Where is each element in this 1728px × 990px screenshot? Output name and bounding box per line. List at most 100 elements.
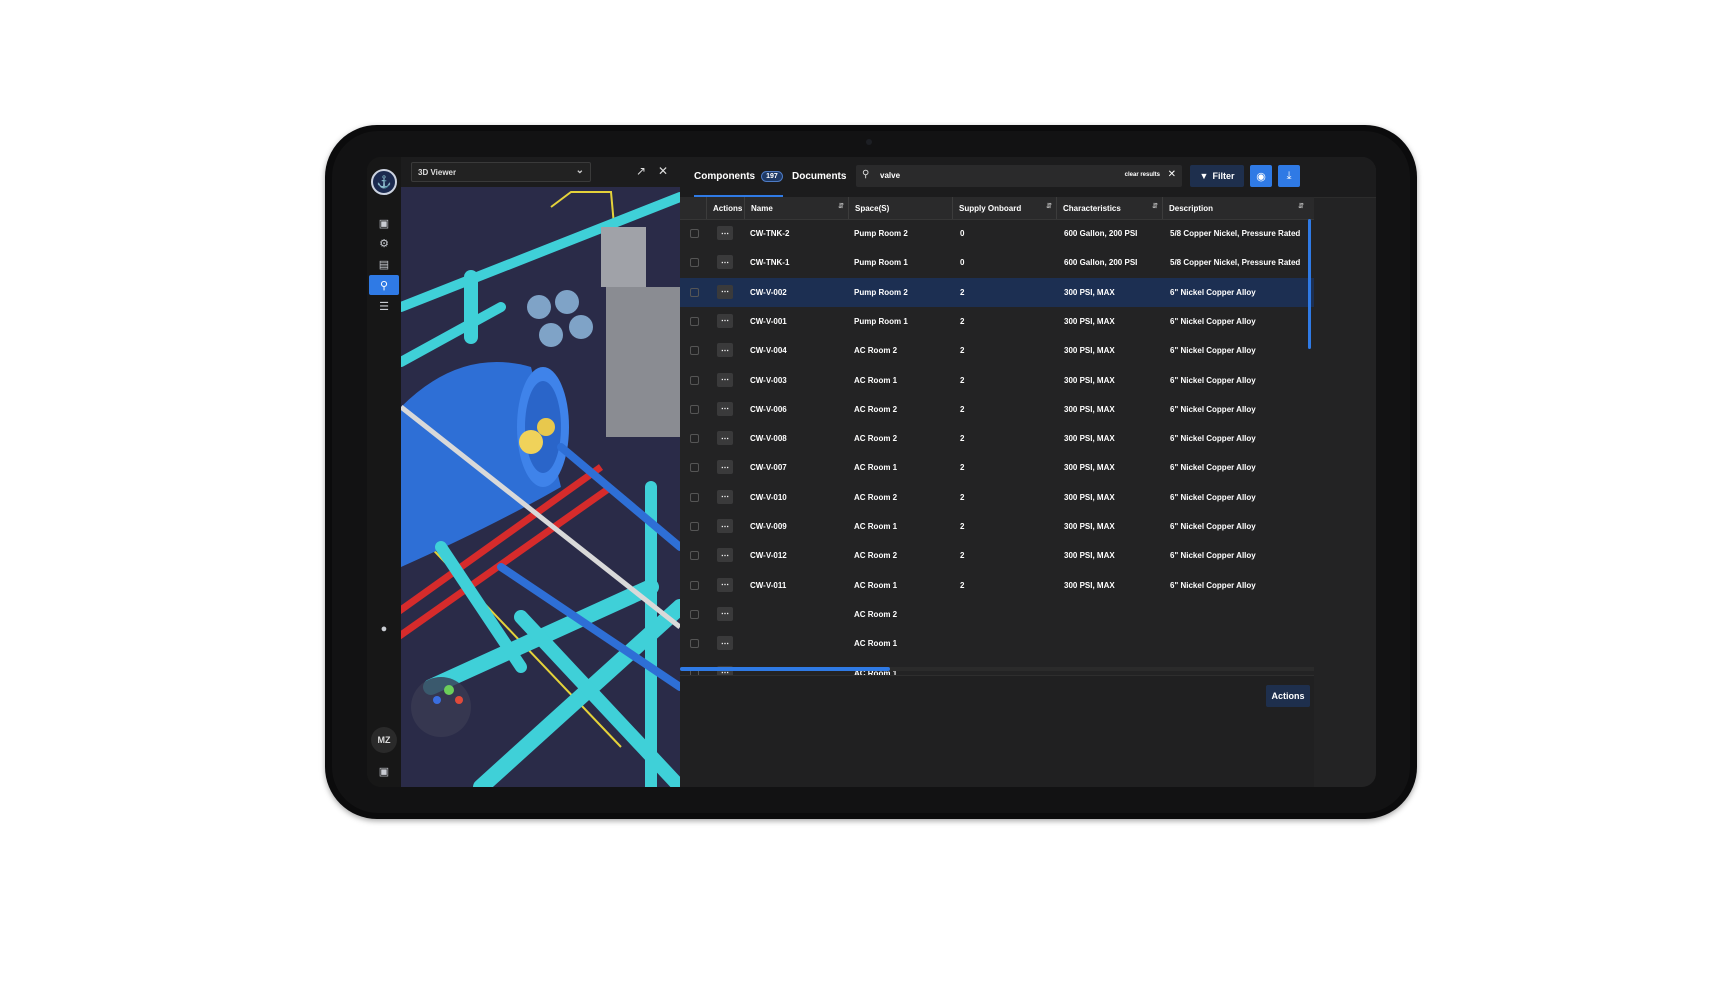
more-icon[interactable]: ⋯	[717, 255, 733, 270]
cell-description: 6" Nickel Copper Alloy	[1170, 375, 1256, 385]
more-icon[interactable]: ⋯	[717, 460, 733, 475]
sort-icon[interactable]: ⇵	[1046, 202, 1052, 210]
more-icon[interactable]: ⋯	[717, 401, 733, 416]
column-description[interactable]: Description ⇵	[1162, 197, 1308, 219]
more-icon[interactable]: ⋯	[717, 431, 733, 446]
cell-supply: 2	[960, 375, 965, 385]
more-icon[interactable]: ⋯	[717, 489, 733, 504]
more-icon[interactable]: ⋯	[717, 636, 733, 651]
cell-space: AC Room 2	[854, 404, 898, 414]
table-row[interactable]: ⋯ CW-V-009 AC Room 1 2 300 PSI, MAX 6" Nickel…	[680, 512, 1314, 541]
cell-space: AC Room 2	[854, 434, 898, 444]
column-spaces: Space(S)	[848, 197, 952, 219]
navigation-gizmo[interactable]	[411, 677, 471, 737]
table-row[interactable]: ⋯ CW-V-002 Pump Room 2 2 300 PSI, MAX 6" Nick…	[680, 277, 1314, 307]
sort-icon[interactable]: ⇵	[1152, 202, 1158, 210]
more-icon[interactable]: ⋯	[717, 372, 733, 387]
column-characteristics-label: Characteristics	[1063, 203, 1121, 213]
monitor-icon[interactable]: ▣	[369, 761, 399, 781]
table-row[interactable]: ⋯ CW-V-012 AC Room 2 2 300 PSI, MAX 6" Nickel…	[680, 541, 1314, 570]
viewer-select[interactable]: 3D Viewer ⌄	[411, 162, 591, 182]
close-icon[interactable]: ✕	[655, 163, 671, 179]
search-icon[interactable]: ⚲	[369, 275, 399, 295]
row-checkbox[interactable]	[690, 463, 699, 473]
column-supply-onboard[interactable]: Supply Onboard ⇵	[952, 197, 1056, 219]
cell-space: Pump Room 1	[854, 258, 908, 268]
row-checkbox[interactable]	[690, 287, 699, 297]
cell-description: 5/8 Copper Nickel, Pressure Rated	[1170, 229, 1301, 238]
more-icon[interactable]: ⋯	[717, 519, 733, 533]
table-row[interactable]: ⋯ CW-V-006 AC Room 2 2 300 PSI, MAX 6" Nickel…	[680, 395, 1314, 424]
column-description-label: Description	[1169, 203, 1214, 213]
tab-documents[interactable]: Documents	[792, 157, 846, 195]
3d-scene-canvas[interactable]	[401, 187, 680, 787]
more-icon[interactable]: ⋯	[717, 606, 733, 621]
row-checkbox[interactable]	[690, 346, 699, 356]
eye-icon[interactable]: ◉	[1250, 165, 1272, 187]
list-icon[interactable]: ☰	[369, 296, 399, 316]
close-icon[interactable]: ✕	[1168, 169, 1176, 180]
download-icon[interactable]: ⤓	[1278, 165, 1300, 187]
cell-space: AC Room 2	[854, 551, 898, 561]
row-checkbox[interactable]	[690, 609, 699, 619]
more-icon[interactable]: ⋯	[717, 313, 733, 328]
row-checkbox[interactable]	[690, 404, 699, 414]
app-logo: ⚓	[371, 169, 397, 195]
cube-icon[interactable]: ▣	[369, 213, 399, 233]
horizontal-scrollbar[interactable]	[680, 667, 890, 671]
more-icon[interactable]: ⋯	[717, 284, 733, 299]
cell-characteristics: 300 PSI, MAX	[1064, 375, 1115, 385]
avatar[interactable]: MZ	[371, 727, 397, 753]
row-checkbox[interactable]	[690, 316, 699, 326]
table-row[interactable]: ⋯ CW-V-010 AC Room 2 2 300 PSI, MAX 6" Nickel…	[680, 483, 1314, 512]
tab-components[interactable]: Components 197	[694, 157, 783, 198]
more-icon[interactable]: ⋯	[717, 577, 733, 592]
sort-icon[interactable]: ⇵	[838, 202, 844, 210]
more-icon[interactable]: ⋯	[717, 226, 733, 240]
filter-button[interactable]: ▼ Filter	[1190, 165, 1244, 187]
column-characteristics[interactable]: Characteristics ⇵	[1056, 197, 1162, 219]
vertical-scrollbar[interactable]	[1308, 219, 1311, 349]
more-icon[interactable]: ⋯	[717, 548, 733, 563]
table-row[interactable]: ⋯ CW-TNK-2 Pump Room 2 0 600 Gallon, 200 PSI…	[680, 219, 1314, 248]
gear-icon[interactable]: ⚙	[369, 233, 399, 253]
row-checkbox[interactable]	[690, 580, 699, 590]
cell-description: 6" Nickel Copper Alloy	[1170, 287, 1256, 297]
table-row[interactable]: ⋯ CW-V-007 AC Room 1 2 300 PSI, MAX 6" Nickel…	[680, 453, 1314, 482]
row-checkbox[interactable]	[690, 639, 699, 649]
row-checkbox[interactable]	[690, 229, 699, 238]
search-icon: ⚲	[862, 169, 870, 180]
cell-space: Pump Room 2	[854, 287, 908, 297]
more-icon[interactable]: ⋯	[717, 343, 733, 358]
components-panel: Components 197 Documents ⚲ valve clear r…	[680, 157, 1376, 787]
table-row[interactable]: ⋯ CW-V-001 Pump Room 1 2 300 PSI, MAX 6" Nick…	[680, 307, 1314, 336]
cell-description: 6" Nickel Copper Alloy	[1170, 551, 1256, 561]
actions-button[interactable]: Actions	[1266, 685, 1310, 707]
search-input[interactable]: ⚲ valve clear results ✕	[856, 165, 1182, 187]
sort-icon[interactable]: ⇵	[1298, 202, 1304, 210]
cell-supply: 2	[960, 580, 965, 590]
cell-supply: 2	[960, 492, 965, 502]
document-icon[interactable]: ▤	[369, 254, 399, 274]
app-screen: ⚓ ▣ ⚙ ▤ ⚲ ☰ ● MZ ▣ 3D Viewer ⌄ ↗ ✕ Compo…	[367, 157, 1376, 787]
table-row[interactable]: ⋯ CW-V-011 AC Room 1 2 300 PSI, MAX 6" Nickel…	[680, 571, 1314, 600]
cell-space: AC Room 2	[854, 609, 898, 619]
column-name[interactable]: Name ⇵	[744, 197, 848, 219]
table-row[interactable]: ⋯ CW-V-008 AC Room 2 2 300 PSI, MAX 6" Nickel…	[680, 424, 1314, 453]
row-checkbox[interactable]	[690, 258, 699, 268]
row-checkbox[interactable]	[690, 522, 699, 531]
panel-toolbar: Components 197 Documents ⚲ valve clear r…	[680, 157, 1376, 198]
row-checkbox[interactable]	[690, 492, 699, 502]
table-row[interactable]: ⋯ CW-TNK-1 Pump Room 1 0 600 Gallon, 200 PSI…	[680, 248, 1314, 277]
cell-description: 6" Nickel Copper Alloy	[1170, 522, 1256, 531]
row-checkbox[interactable]	[690, 375, 699, 385]
row-checkbox[interactable]	[690, 551, 699, 561]
table-row[interactable]: ⋯ CW-V-003 AC Room 1 2 300 PSI, MAX 6" Nickel…	[680, 366, 1314, 395]
column-supply-label: Supply Onboard	[959, 203, 1022, 213]
table-row[interactable]: ⋯ AC Room 2	[680, 600, 1314, 629]
table-row[interactable]: ⋯ CW-V-004 AC Room 2 2 300 PSI, MAX 6" Nickel…	[680, 336, 1314, 365]
row-checkbox[interactable]	[690, 434, 699, 444]
external-link-icon[interactable]: ↗	[633, 163, 649, 179]
table-row[interactable]: ⋯ AC Room 1	[680, 629, 1314, 658]
clear-results-link[interactable]: clear results	[1125, 172, 1160, 178]
